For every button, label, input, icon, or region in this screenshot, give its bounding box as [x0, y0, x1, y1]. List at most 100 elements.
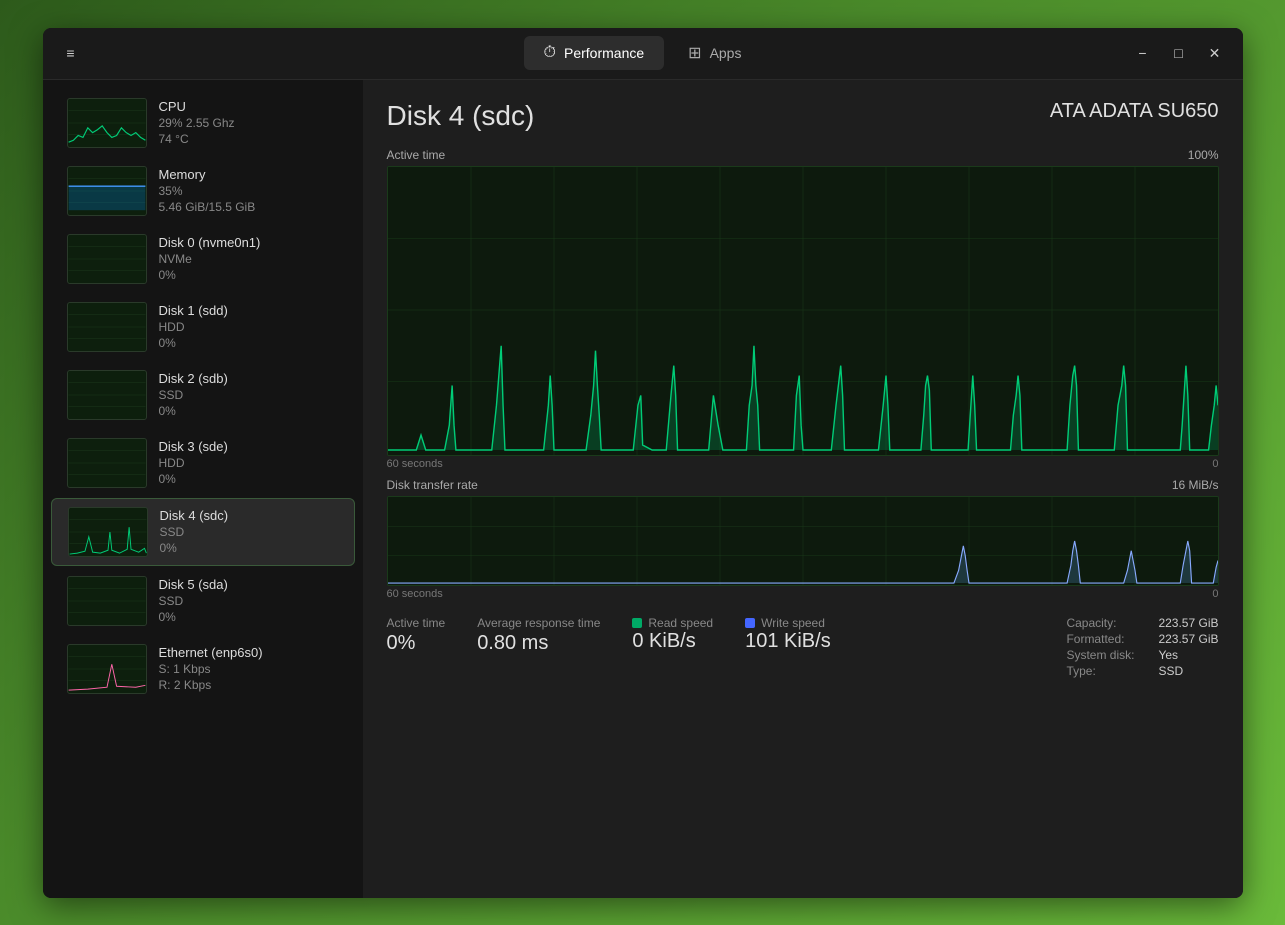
sidebar-item-disk5[interactable]: Disk 5 (sda) SSD 0%: [51, 568, 355, 634]
active-time-stat-value: 0%: [387, 632, 446, 655]
disk5-info: Disk 5 (sda) SSD 0%: [159, 577, 339, 624]
transfer-rate-max: 16 MiB/s: [1172, 478, 1219, 492]
memory-mini-chart: [67, 166, 147, 216]
capacity-value: 223.57 GiB: [1158, 616, 1218, 630]
disk-details: Capacity: 223.57 GiB Formatted: 223.57 G…: [1066, 616, 1218, 678]
ethernet-sub1: S: 1 Kbps: [159, 662, 339, 676]
tab-performance[interactable]: ⏱ Performance: [524, 36, 665, 70]
disk5-sub2: 0%: [159, 610, 339, 624]
disk4-sub1: SSD: [160, 525, 338, 539]
tab-apps[interactable]: ⊞ Apps: [668, 35, 761, 71]
write-dot: [745, 618, 755, 628]
type-label: Type:: [1066, 664, 1134, 678]
write-speed-item: Write speed 101 KiB/s: [745, 616, 831, 653]
transfer-rate-label: Disk transfer rate: [387, 478, 478, 492]
read-speed-item: Read speed 0 KiB/s: [632, 616, 713, 653]
sidebar-item-memory[interactable]: Memory 35% 5.46 GiB/15.5 GiB: [51, 158, 355, 224]
tab-performance-label: Performance: [564, 45, 644, 61]
active-time-header: Active time 100%: [387, 148, 1219, 162]
disk2-name: Disk 2 (sdb): [159, 371, 339, 386]
minimize-button[interactable]: −: [1127, 37, 1159, 69]
sidebar-item-disk3[interactable]: Disk 3 (sde) HDD 0%: [51, 430, 355, 496]
active-time-60s: 60 seconds: [387, 458, 443, 470]
disk4-mini-chart: [68, 507, 148, 557]
tab-apps-label: Apps: [710, 45, 742, 61]
disk2-info: Disk 2 (sdb) SSD 0%: [159, 371, 339, 418]
cpu-mini-chart: [67, 98, 147, 148]
read-speed-value: 0 KiB/s: [632, 630, 713, 653]
titlebar: ≡ ⏱ Performance ⊞ Apps − □ ✕: [43, 28, 1243, 80]
disk5-name: Disk 5 (sda): [159, 577, 339, 592]
memory-info: Memory 35% 5.46 GiB/15.5 GiB: [159, 167, 339, 214]
disk5-mini-chart: [67, 576, 147, 626]
cpu-info: CPU 29% 2.55 Ghz 74 °C: [159, 99, 339, 146]
disk1-info: Disk 1 (sdd) HDD 0%: [159, 303, 339, 350]
disk1-mini-chart: [67, 302, 147, 352]
main-header: Disk 4 (sdc) ATA ADATA SU650: [387, 100, 1219, 132]
sidebar-item-disk1[interactable]: Disk 1 (sdd) HDD 0%: [51, 294, 355, 360]
disk3-sub2: 0%: [159, 472, 339, 486]
ethernet-mini-chart: [67, 644, 147, 694]
system-disk-label: System disk:: [1066, 648, 1134, 662]
tab-bar: ⏱ Performance ⊞ Apps: [524, 35, 762, 71]
memory-sub2: 5.46 GiB/15.5 GiB: [159, 200, 339, 214]
read-dot: [632, 618, 642, 628]
cpu-sub1: 29% 2.55 Ghz: [159, 116, 339, 130]
transfer-60s: 60 seconds: [387, 588, 443, 600]
memory-name: Memory: [159, 167, 339, 182]
disk3-mini-chart: [67, 438, 147, 488]
disk2-sub2: 0%: [159, 404, 339, 418]
performance-icon: ⏱: [544, 44, 556, 62]
sidebar-item-disk0[interactable]: Disk 0 (nvme0n1) NVMe 0%: [51, 226, 355, 292]
disk5-sub1: SSD: [159, 594, 339, 608]
disk1-name: Disk 1 (sdd): [159, 303, 339, 318]
rw-row: Read speed 0 KiB/s Write speed 101 KiB/s: [632, 616, 830, 653]
write-speed-value: 101 KiB/s: [745, 630, 831, 653]
active-time-label: Active time: [387, 148, 446, 162]
main-panel: Disk 4 (sdc) ATA ADATA SU650 Active time…: [363, 80, 1243, 898]
active-time-max: 100%: [1188, 148, 1219, 162]
system-disk-value: Yes: [1158, 648, 1218, 662]
ethernet-sub2: R: 2 Kbps: [159, 678, 339, 692]
sidebar-item-ethernet[interactable]: Ethernet (enp6s0) S: 1 Kbps R: 2 Kbps: [51, 636, 355, 702]
disk0-sub2: 0%: [159, 268, 339, 282]
chart-section: Active time 100%: [387, 148, 1219, 878]
disk0-mini-chart: [67, 234, 147, 284]
disk3-sub1: HDD: [159, 456, 339, 470]
disk0-info: Disk 0 (nvme0n1) NVMe 0%: [159, 235, 339, 282]
active-time-footer: 60 seconds 0: [387, 458, 1219, 470]
disk4-sub2: 0%: [160, 541, 338, 555]
transfer-0: 0: [1212, 588, 1218, 600]
read-speed-label: Read speed: [632, 616, 713, 630]
content: CPU 29% 2.55 Ghz 74 °C: [43, 80, 1243, 898]
titlebar-left: ≡: [55, 37, 524, 69]
sidebar-item-disk4[interactable]: Disk 4 (sdc) SSD 0%: [51, 498, 355, 566]
disk1-sub1: HDD: [159, 320, 339, 334]
close-button[interactable]: ✕: [1199, 37, 1231, 69]
active-time-chart: [387, 166, 1219, 456]
main-window: ≡ ⏱ Performance ⊞ Apps − □ ✕: [43, 28, 1243, 898]
maximize-button[interactable]: □: [1163, 37, 1195, 69]
capacity-label: Capacity:: [1066, 616, 1134, 630]
disk0-name: Disk 0 (nvme0n1): [159, 235, 339, 250]
ethernet-name: Ethernet (enp6s0): [159, 645, 339, 660]
menu-button[interactable]: ≡: [55, 37, 87, 69]
disk2-mini-chart: [67, 370, 147, 420]
formatted-value: 223.57 GiB: [1158, 632, 1218, 646]
cpu-sub2: 74 °C: [159, 132, 339, 146]
ethernet-info: Ethernet (enp6s0) S: 1 Kbps R: 2 Kbps: [159, 645, 339, 692]
formatted-label: Formatted:: [1066, 632, 1134, 646]
sidebar-item-cpu[interactable]: CPU 29% 2.55 Ghz 74 °C: [51, 90, 355, 156]
sidebar-item-disk2[interactable]: Disk 2 (sdb) SSD 0%: [51, 362, 355, 428]
avg-response-value: 0.80 ms: [477, 632, 600, 655]
disk2-sub1: SSD: [159, 388, 339, 402]
disk3-name: Disk 3 (sde): [159, 439, 339, 454]
active-time-0: 0: [1212, 458, 1218, 470]
transfer-rate-footer: 60 seconds 0: [387, 588, 1219, 600]
memory-sub1: 35%: [159, 184, 339, 198]
titlebar-right: − □ ✕: [761, 37, 1230, 69]
disk3-info: Disk 3 (sde) HDD 0%: [159, 439, 339, 486]
disk1-sub2: 0%: [159, 336, 339, 350]
stats-row: Active time 0% Average response time 0.8…: [387, 616, 1219, 678]
disk-title: Disk 4 (sdc): [387, 100, 535, 132]
